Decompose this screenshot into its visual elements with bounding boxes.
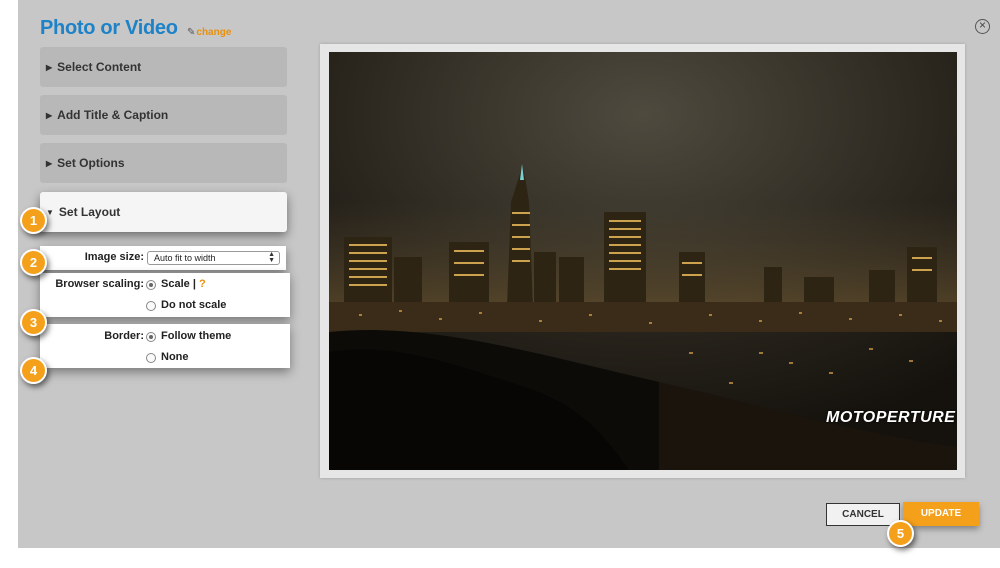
section-add-title-caption[interactable]: ▶ Add Title & Caption: [40, 95, 287, 135]
browser-scaling-label: Browser scaling:: [55, 278, 144, 290]
update-button[interactable]: UPDATE: [903, 502, 979, 526]
section-set-options[interactable]: ▶ Set Options: [40, 143, 287, 183]
section-set-layout[interactable]: ▼ Set Layout: [40, 192, 287, 232]
callout-badge-4: 4: [20, 357, 47, 384]
section-select-content[interactable]: ▶ Select Content: [40, 47, 287, 87]
no-scale-option: Do not scale: [161, 299, 227, 311]
triangle-right-icon: ▶: [46, 159, 53, 168]
scale-separator: |: [192, 278, 196, 290]
no-scale-radio[interactable]: [146, 301, 156, 311]
callout-badge-2: 2: [20, 249, 47, 276]
pencil-icon: ✎: [187, 27, 196, 38]
none-option: None: [161, 351, 189, 363]
change-link[interactable]: ✎change: [187, 27, 231, 38]
section-label: Add Title & Caption: [57, 108, 169, 122]
triangle-right-icon: ▶: [46, 111, 53, 120]
scale-help-link[interactable]: ?: [199, 278, 206, 290]
section-label: Set Options: [57, 156, 125, 170]
section-label: Set Layout: [58, 205, 121, 219]
scale-option: Scale | ?: [161, 278, 206, 290]
section-label: Select Content: [57, 60, 142, 74]
triangle-down-icon: ▼: [46, 208, 54, 217]
none-radio[interactable]: [146, 353, 156, 363]
scale-radio[interactable]: [146, 280, 156, 290]
border-label: Border:: [104, 330, 144, 342]
callout-badge-5: 5: [887, 520, 914, 547]
city-night-photo: [329, 52, 957, 470]
callout-badge-3: 3: [20, 309, 47, 336]
cancel-button[interactable]: CANCEL: [826, 503, 900, 526]
close-icon[interactable]: ×: [975, 19, 990, 34]
follow-theme-option: Follow theme: [161, 330, 232, 342]
follow-theme-radio[interactable]: [146, 332, 156, 342]
image-size-select[interactable]: Auto fit to width ▲ ▼: [147, 251, 280, 265]
preview-image: MOTOPERTURE: [329, 52, 957, 470]
preview-frame: MOTOPERTURE: [320, 44, 965, 478]
callout-badge-1: 1: [20, 207, 47, 234]
image-size-value: Auto fit to width: [154, 253, 216, 263]
triangle-right-icon: ▶: [46, 63, 53, 72]
image-size-label: Image size:: [84, 251, 144, 263]
change-label: change: [196, 27, 232, 38]
scale-option-label: Scale: [161, 278, 190, 290]
select-arrows-icon: ▲ ▼: [268, 251, 275, 264]
dialog-title: Photo or Video: [40, 17, 178, 39]
photo-watermark: MOTOPERTURE: [826, 409, 956, 426]
